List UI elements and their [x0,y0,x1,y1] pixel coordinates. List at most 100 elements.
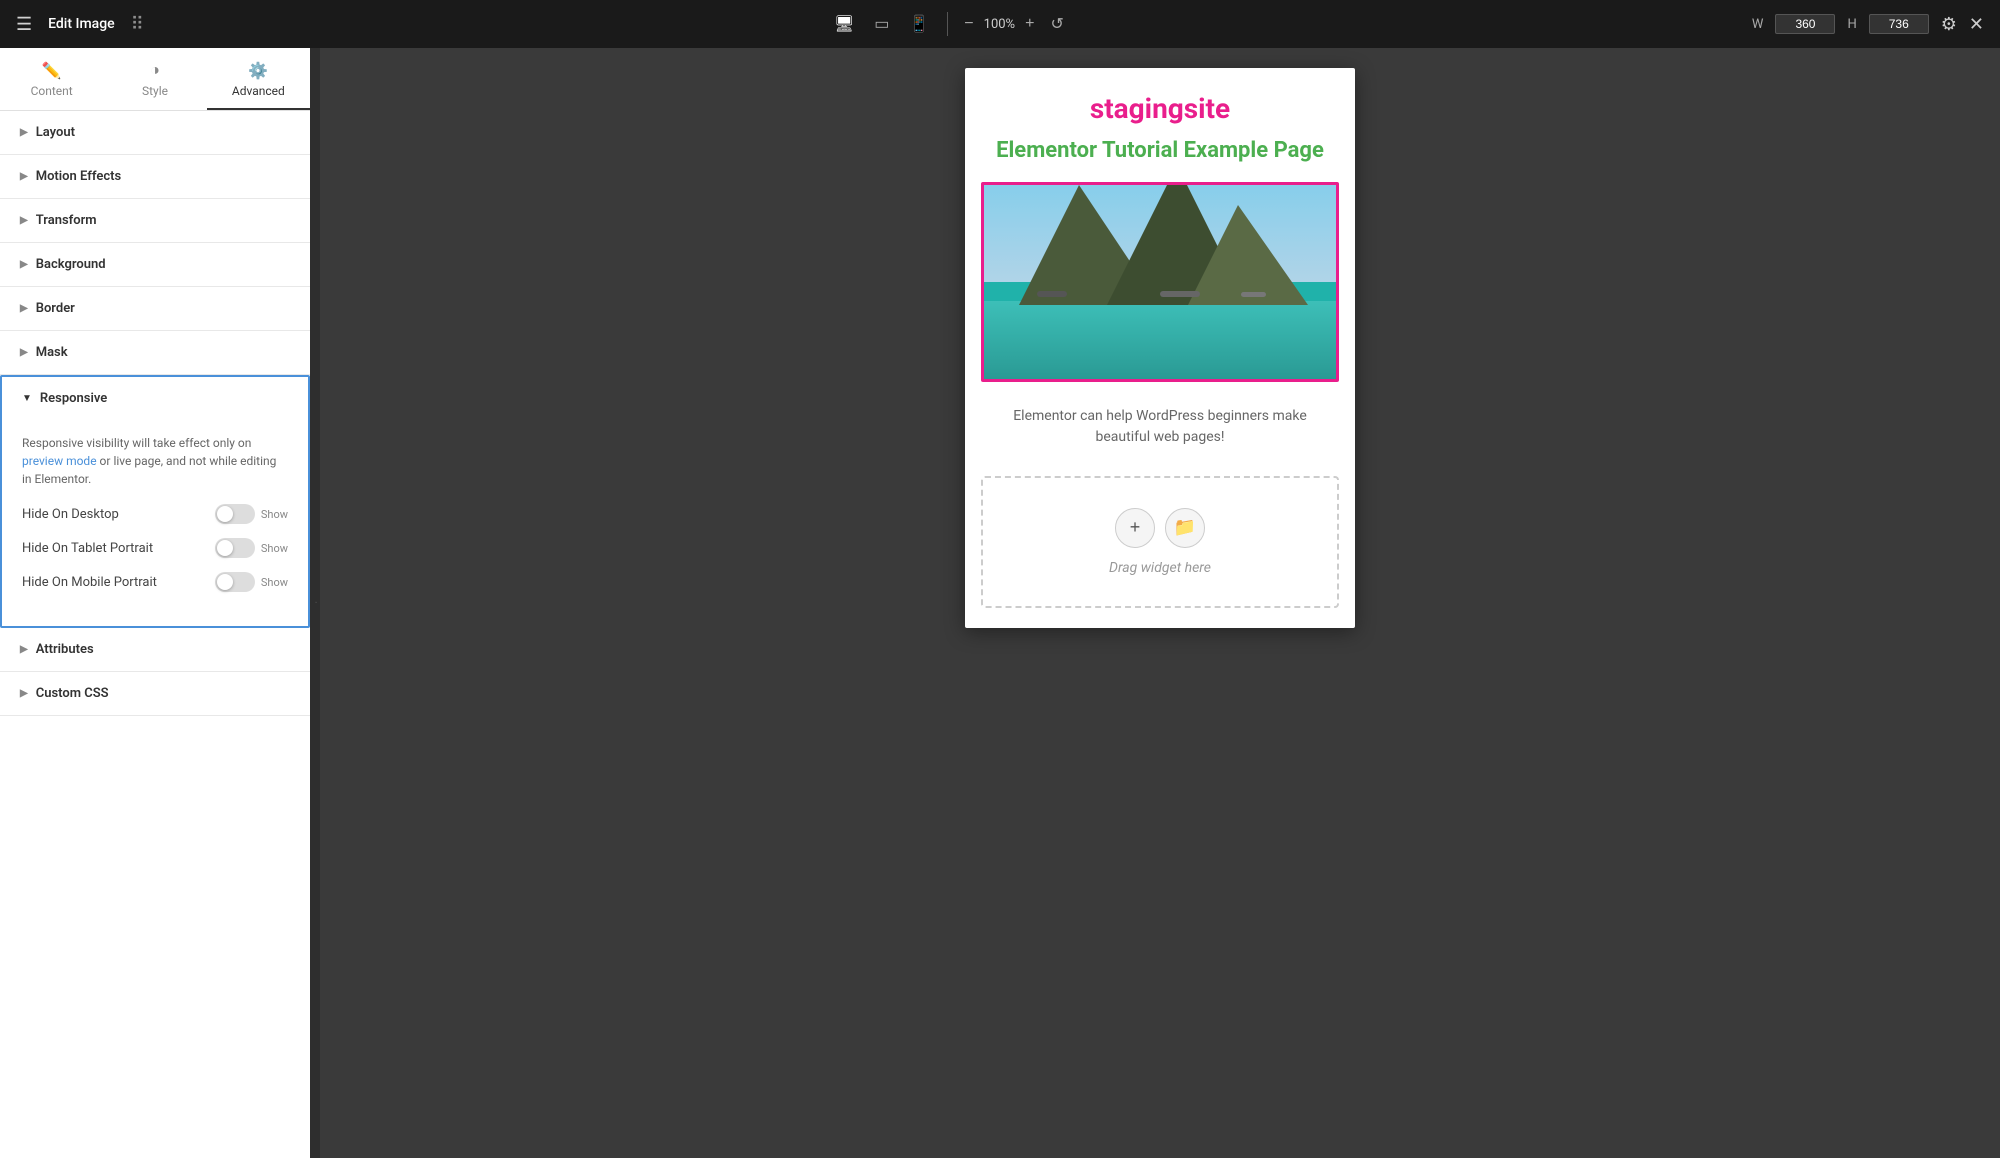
motion-effects-header[interactable]: ▶ Motion Effects [0,155,310,198]
width-label: W [1752,17,1764,32]
hide-tablet-show-label: Show [261,542,288,555]
hide-desktop-show-label: Show [261,508,288,521]
transform-arrow-icon: ▶ [20,215,28,226]
responsive-content: Responsive visibility will take effect o… [2,420,308,626]
accordion-background: ▶ Background [0,243,310,287]
accordion-layout: ▶ Layout [0,111,310,155]
responsive-header[interactable]: ▼ Responsive [2,377,308,420]
zoom-level: 100% [984,17,1015,32]
accordion-attributes: ▶ Attributes [0,628,310,672]
custom-css-label: Custom CSS [36,686,109,701]
transform-label: Transform [36,213,97,228]
hide-tablet-row: Hide On Tablet Portrait Show [22,538,288,558]
layout-header[interactable]: ▶ Layout [0,111,310,154]
border-arrow-icon: ▶ [20,303,28,314]
tablet-device-button[interactable]: ▭ [868,10,895,38]
accordion-border: ▶ Border [0,287,310,331]
attributes-header[interactable]: ▶ Attributes [0,628,310,671]
undo-button[interactable]: ↺ [1046,12,1067,36]
zoom-in-button[interactable]: + [1021,13,1038,35]
motion-effects-arrow-icon: ▶ [20,171,28,182]
hide-desktop-toggle-wrapper: Show [215,504,288,524]
hide-tablet-label: Hide On Tablet Portrait [22,541,153,556]
panel-resize-handle[interactable]: · [310,48,320,1158]
zoom-out-button[interactable]: − [960,13,977,35]
mask-arrow-icon: ▶ [20,347,28,358]
tab-advanced[interactable]: ⚙️ Advanced [207,48,310,110]
apps-grid-button[interactable]: ⠿ [131,14,144,35]
divider [947,12,948,36]
drop-zone-buttons: + 📁 [1115,508,1205,548]
custom-css-arrow-icon: ▶ [20,688,28,699]
custom-css-header[interactable]: ▶ Custom CSS [0,672,310,715]
tab-style[interactable]: ◑ Style [103,48,206,110]
main-layout: ✏️ Content ◑ Style ⚙️ Advanced ▶ Layout … [0,48,2000,1158]
mobile-device-button[interactable]: 📱 [903,10,935,38]
topbar-right: W H ⚙ ✕ [1752,14,1984,35]
responsive-label: Responsive [40,391,107,406]
hide-desktop-toggle[interactable] [215,504,255,524]
responsive-arrow-icon: ▼ [22,393,32,404]
page-header: stagingsite Elementor Tutorial Example P… [965,68,1355,182]
layout-label: Layout [36,125,75,140]
topbar-title: Edit Image [48,16,115,32]
topbar: ☰ Edit Image ⠿ 🖥 ▭ 📱 − 100% + ↺ W H ⚙ ✕ [0,0,2000,48]
responsive-note: Responsive visibility will take effect o… [22,434,288,488]
border-label: Border [36,301,75,316]
zoom-control: − 100% + [960,13,1038,35]
motion-effects-label: Motion Effects [36,169,121,184]
background-header[interactable]: ▶ Background [0,243,310,286]
desktop-device-button[interactable]: 🖥 [828,10,860,38]
mask-header[interactable]: ▶ Mask [0,331,310,374]
accordion-mask: ▶ Mask [0,331,310,375]
hide-desktop-row: Hide On Desktop Show [22,504,288,524]
layout-arrow-icon: ▶ [20,127,28,138]
style-tab-icon: ◑ [150,60,160,80]
transform-header[interactable]: ▶ Transform [0,199,310,242]
left-panel: ✏️ Content ◑ Style ⚙️ Advanced ▶ Layout … [0,48,310,1158]
content-tab-label: Content [31,84,73,98]
panel-tabs: ✏️ Content ◑ Style ⚙️ Advanced [0,48,310,111]
hamburger-menu-button[interactable]: ☰ [16,14,32,35]
attributes-label: Attributes [36,642,94,657]
page-title: Elementor Tutorial Example Page [985,137,1335,166]
attributes-arrow-icon: ▶ [20,644,28,655]
hide-mobile-row: Hide On Mobile Portrait Show [22,572,288,592]
hide-mobile-toggle[interactable] [215,572,255,592]
close-button[interactable]: ✕ [1969,14,1984,35]
border-header[interactable]: ▶ Border [0,287,310,330]
height-input[interactable] [1869,14,1929,34]
width-input[interactable] [1775,14,1835,34]
add-widget-button[interactable]: + [1115,508,1155,548]
featured-image[interactable] [981,182,1339,382]
resize-icon: · [310,601,321,606]
content-tab-icon: ✏️ [42,61,62,80]
mountain-right [1188,205,1308,305]
background-label: Background [36,257,106,272]
hide-desktop-label: Hide On Desktop [22,507,119,522]
height-label: H [1847,17,1856,32]
style-tab-label: Style [142,84,168,98]
accordion-transform: ▶ Transform [0,199,310,243]
settings-button[interactable]: ⚙ [1941,14,1957,35]
mountain-scene [984,185,1336,379]
mask-label: Mask [36,345,68,360]
hide-tablet-toggle[interactable] [215,538,255,558]
hide-mobile-label: Hide On Mobile Portrait [22,575,157,590]
widget-library-button[interactable]: 📁 [1165,508,1205,548]
topbar-left: ☰ Edit Image ⠿ [16,14,144,35]
page-description: Elementor can help WordPress beginners m… [965,398,1355,468]
preview-mode-link[interactable]: preview mode [22,454,97,468]
topbar-center: 🖥 ▭ 📱 − 100% + ↺ [828,10,1068,38]
advanced-tab-label: Advanced [232,84,285,98]
water [984,301,1336,379]
accordion-custom-css: ▶ Custom CSS [0,672,310,716]
background-arrow-icon: ▶ [20,259,28,270]
tab-content[interactable]: ✏️ Content [0,48,103,110]
site-title: stagingsite [985,92,1335,125]
page-preview: stagingsite Elementor Tutorial Example P… [965,68,1355,628]
responsive-section: ▼ Responsive Responsive visibility will … [0,375,310,628]
canvas-area: stagingsite Elementor Tutorial Example P… [320,48,2000,1158]
drop-zone[interactable]: + 📁 Drag widget here [981,476,1339,608]
hide-mobile-show-label: Show [261,576,288,589]
